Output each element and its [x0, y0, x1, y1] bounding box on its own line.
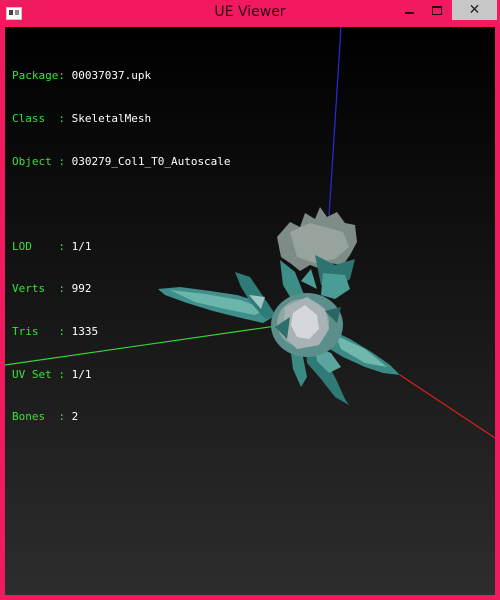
- info-row-class: Class : SkeletalMesh: [12, 112, 152, 125]
- minimize-icon: [404, 12, 414, 14]
- info-value: 992: [71, 282, 92, 296]
- info-row-uvset: UV Set : 1/1: [12, 367, 92, 381]
- close-button[interactable]: ✕: [452, 0, 497, 20]
- maximize-icon: [432, 5, 442, 15]
- info-value: 2: [71, 410, 79, 424]
- info-row-object: Object : 030279_Col1_T0_Autoscale: [12, 154, 231, 168]
- info-row-lod: LOD : 1/1: [12, 239, 92, 253]
- info-value: SkeletalMesh: [71, 112, 152, 125]
- info-value: 1335: [71, 324, 99, 338]
- info-value: 00037037.upk: [71, 69, 152, 83]
- info-key: UV Set: [12, 367, 59, 381]
- mesh-info-panel: Package: 00037037.upk Class : SkeletalMe…: [12, 41, 231, 453]
- info-row-tris: Tris : 1335: [12, 324, 99, 338]
- close-icon: ✕: [468, 2, 481, 18]
- info-value: 1/1: [71, 367, 92, 381]
- info-key: LOD: [12, 239, 59, 253]
- info-key: Object: [12, 154, 59, 168]
- minimize-button[interactable]: [396, 0, 422, 20]
- info-value: 1/1: [71, 239, 92, 253]
- app-window: UE Viewer ✕ Package: 00037037.upk Class …: [0, 0, 500, 600]
- maximize-button[interactable]: [424, 0, 450, 20]
- 3d-viewport[interactable]: Package: 00037037.upk Class : SkeletalMe…: [5, 27, 495, 595]
- info-key: Bones: [12, 410, 59, 424]
- info-row-package: Package: 00037037.upk: [12, 69, 152, 83]
- info-key: Tris: [12, 324, 59, 338]
- info-key: Class: [12, 112, 59, 125]
- x-axis-line: [399, 374, 495, 439]
- info-key: Package: [12, 69, 59, 83]
- title-bar[interactable]: UE Viewer ✕: [0, 0, 500, 27]
- info-key: Verts: [12, 282, 59, 296]
- info-row-verts: Verts : 992: [12, 282, 92, 296]
- info-row-bones: Bones : 2: [12, 410, 79, 424]
- info-value: 030279_Col1_T0_Autoscale: [71, 154, 231, 168]
